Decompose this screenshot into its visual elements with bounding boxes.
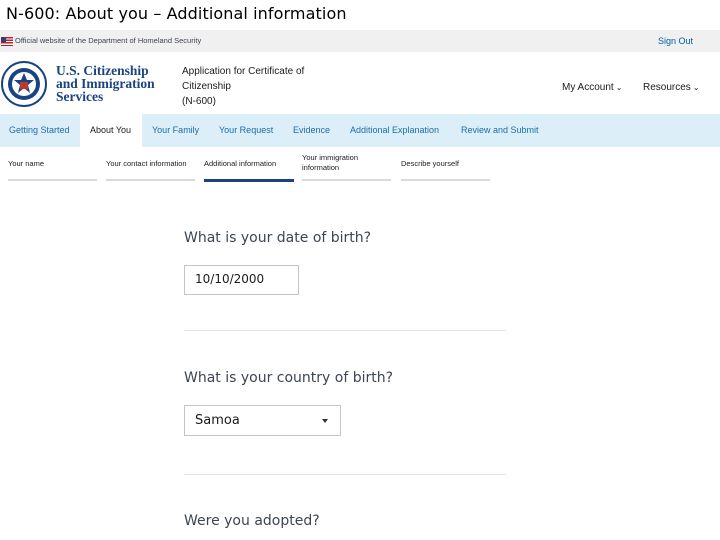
chevron-down-icon: ⌄ [615,83,623,92]
slide-title: N-600: About you – Additional informatio… [6,4,347,23]
country-select-value: Samoa [195,413,240,428]
subtab-underline [302,179,391,181]
nav-evidence[interactable]: Evidence [293,125,330,135]
resources-menu[interactable]: Resources ⌄ [643,82,700,93]
country-select[interactable]: Samoa [184,405,341,436]
nav-additional-explanation[interactable]: Additional Explanation [350,125,439,135]
resources-label: Resources [643,82,691,93]
nav-about-you[interactable]: About You [90,125,131,135]
app-title-line: Citizenship [182,81,231,92]
sign-out-link[interactable]: Sign Out [658,36,693,46]
subtab-label: Your contact information [106,159,187,168]
gov-banner-text: Official website of the Department of Ho… [15,36,202,45]
application-title: Application for Certificate of Citizensh… [182,64,332,109]
adopted-question: Were you adopted? [184,513,320,529]
nav-your-request[interactable]: Your Request [219,125,273,135]
my-account-label: My Account [562,82,614,93]
subtab-underline [204,179,294,182]
dob-question: What is your date of birth? [184,230,372,246]
country-question: What is your country of birth? [184,370,394,386]
subtab-additional-information[interactable]: Additional information [204,157,294,182]
subtab-underline [106,179,195,181]
nav-your-family[interactable]: Your Family [152,125,199,135]
agency-name[interactable]: U.S. Citizenship and Immigration Service… [56,64,155,104]
my-account-menu[interactable]: My Account ⌄ [562,82,622,93]
subtab-describe-yourself[interactable]: Describe yourself [401,157,490,181]
subtab-underline [401,179,490,181]
site-header: U.S. Citizenship and Immigration Service… [0,52,720,114]
nav-getting-started[interactable]: Getting Started [9,125,70,135]
dropdown-caret-icon [322,419,328,423]
nav-review-and-submit[interactable]: Review and Submit [461,125,539,135]
app-title-line: (N-600) [182,96,216,107]
subtab-label: Describe yourself [401,159,459,168]
subtab-your-name[interactable]: Your name [8,157,97,181]
subtab-label: Your immigration information [302,153,358,172]
chevron-down-icon: ⌄ [692,83,700,92]
app-title-line: Application for Certificate of [182,66,305,77]
agency-name-line: Services [56,89,104,104]
subtab-contact-information[interactable]: Your contact information [106,157,195,181]
subtab-label: Additional information [204,159,277,168]
subtab-immigration-information[interactable]: Your immigration information [302,153,391,181]
dhs-seal-icon [1,61,47,107]
section-divider [184,330,506,331]
subtab-label: Your name [8,159,44,168]
gov-banner: Official website of the Department of Ho… [0,30,720,52]
section-divider [184,474,506,475]
us-flag-icon [1,37,13,46]
main-nav: Getting Started About You Your Family Yo… [0,114,720,147]
dob-input[interactable]: 10/10/2000 [184,265,299,295]
sub-nav: Your name Your contact information Addit… [0,147,720,187]
subtab-underline [8,179,97,181]
